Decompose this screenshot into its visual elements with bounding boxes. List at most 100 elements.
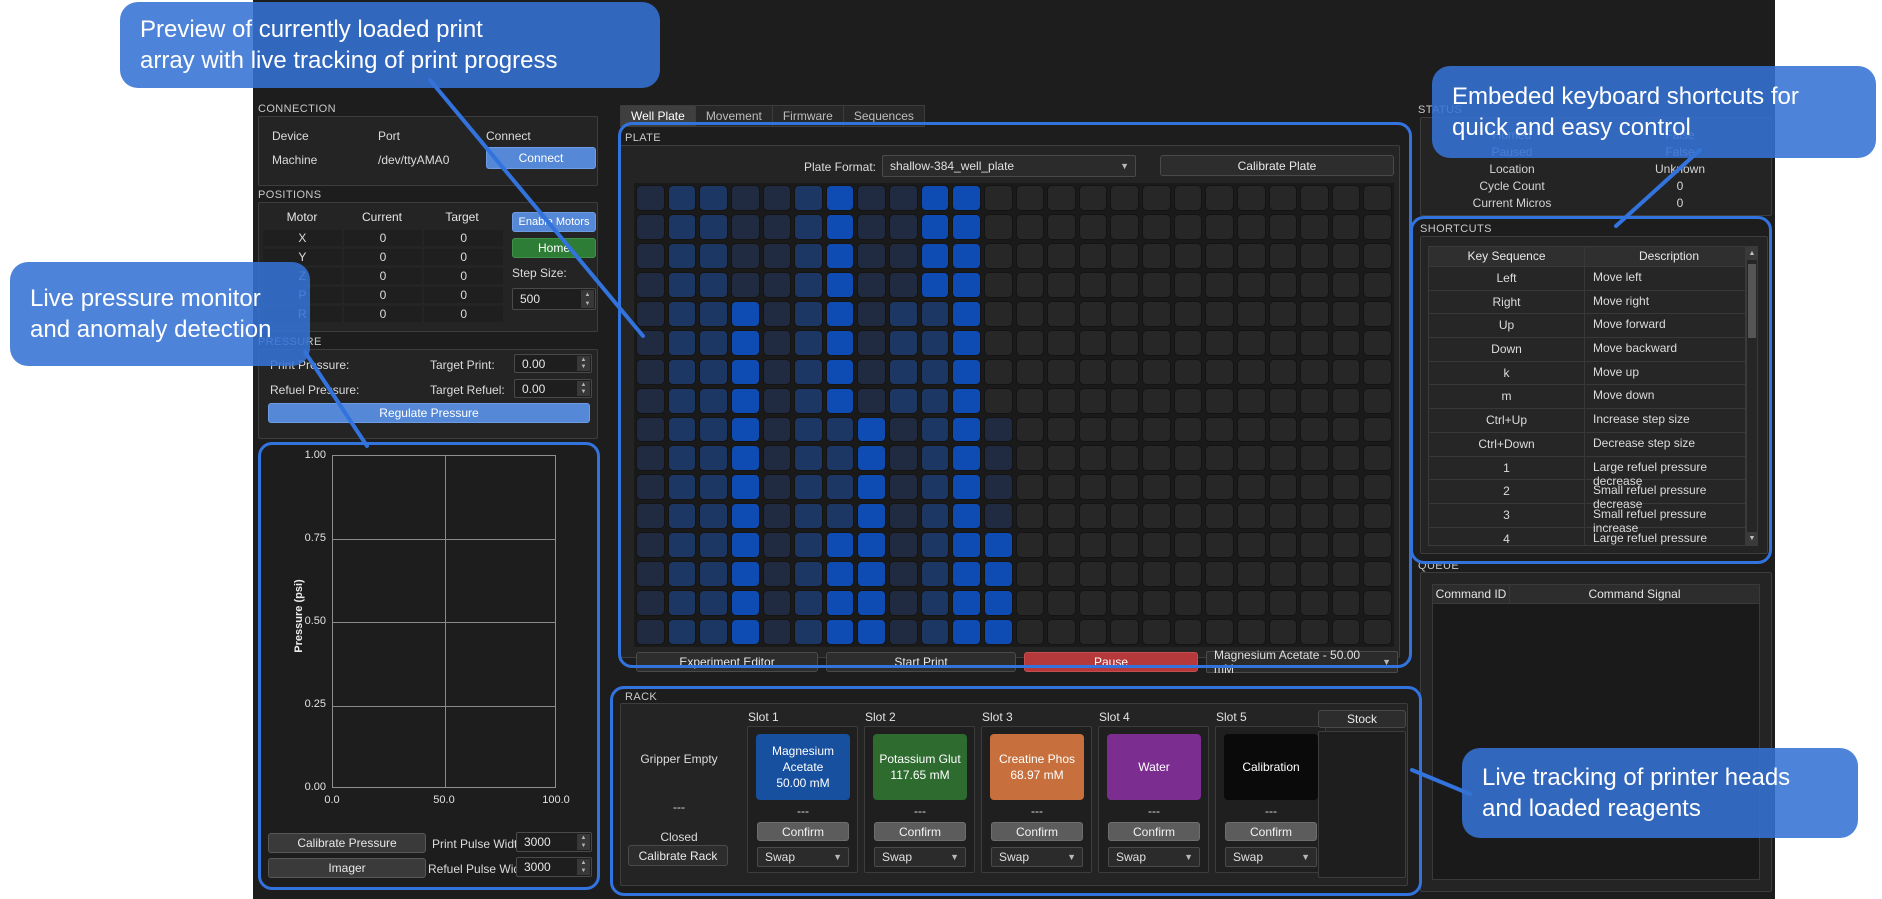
well-H2[interactable]: [667, 387, 697, 414]
well-B3[interactable]: [699, 213, 728, 240]
well-M5[interactable]: [762, 532, 792, 559]
well-D23[interactable]: [1331, 271, 1361, 298]
shortcut-row-down[interactable]: Down Move backward: [1429, 338, 1745, 362]
well-A12[interactable]: [983, 185, 1013, 211]
well-J10[interactable]: [920, 445, 950, 472]
well-E19[interactable]: [1205, 300, 1234, 327]
well-B18[interactable]: [1173, 213, 1203, 240]
calibrate-pressure-button[interactable]: Calibrate Pressure: [268, 833, 426, 853]
well-L2[interactable]: [667, 503, 697, 530]
well-H8[interactable]: [857, 387, 886, 414]
well-B17[interactable]: [1142, 213, 1171, 240]
well-K6[interactable]: [794, 474, 823, 501]
well-N5[interactable]: [762, 561, 792, 588]
well-B7[interactable]: [825, 213, 855, 240]
shortcut-row-left[interactable]: Left Move left: [1429, 267, 1745, 291]
well-C2[interactable]: [667, 242, 697, 269]
well-G22[interactable]: [1300, 358, 1329, 385]
well-G2[interactable]: [667, 358, 697, 385]
well-I18[interactable]: [1173, 416, 1203, 443]
shortcut-row-up[interactable]: Up Move forward: [1429, 314, 1745, 339]
well-N22[interactable]: [1300, 561, 1329, 588]
well-O3[interactable]: [699, 590, 728, 617]
well-C14[interactable]: [1047, 242, 1076, 269]
well-B4[interactable]: [730, 213, 760, 240]
well-M14[interactable]: [1047, 532, 1076, 559]
well-L14[interactable]: [1047, 503, 1076, 530]
well-F1[interactable]: [636, 329, 665, 356]
well-K8[interactable]: [857, 474, 886, 501]
well-I15[interactable]: [1078, 416, 1108, 443]
well-A8[interactable]: [857, 185, 886, 211]
scrollbar-thumb[interactable]: [1748, 264, 1756, 338]
well-G16[interactable]: [1110, 358, 1139, 385]
well-B21[interactable]: [1268, 213, 1298, 240]
well-O14[interactable]: [1047, 590, 1076, 617]
well-L9[interactable]: [889, 503, 918, 530]
well-A9[interactable]: [889, 185, 918, 211]
well-A23[interactable]: [1331, 185, 1361, 211]
well-K4[interactable]: [730, 474, 760, 501]
well-M11[interactable]: [952, 532, 981, 559]
well-J20[interactable]: [1236, 445, 1266, 472]
well-D18[interactable]: [1173, 271, 1203, 298]
well-K22[interactable]: [1300, 474, 1329, 501]
start-print-button[interactable]: Start Print: [826, 652, 1016, 672]
well-A11[interactable]: [952, 185, 981, 211]
slot-2-confirm-button[interactable]: Confirm: [874, 822, 966, 841]
well-N9[interactable]: [889, 561, 918, 588]
well-P20[interactable]: [1236, 619, 1266, 645]
well-H1[interactable]: [636, 387, 665, 414]
well-O22[interactable]: [1300, 590, 1329, 617]
well-P24[interactable]: [1363, 619, 1392, 645]
well-A2[interactable]: [667, 185, 697, 211]
well-H14[interactable]: [1047, 387, 1076, 414]
well-O8[interactable]: [857, 590, 886, 617]
well-I24[interactable]: [1363, 416, 1392, 443]
well-E24[interactable]: [1363, 300, 1392, 327]
well-N15[interactable]: [1078, 561, 1108, 588]
well-C19[interactable]: [1205, 242, 1234, 269]
well-N19[interactable]: [1205, 561, 1234, 588]
well-J18[interactable]: [1173, 445, 1203, 472]
well-F2[interactable]: [667, 329, 697, 356]
well-C13[interactable]: [1015, 242, 1045, 269]
well-M3[interactable]: [699, 532, 728, 559]
well-I7[interactable]: [825, 416, 855, 443]
well-D7[interactable]: [825, 271, 855, 298]
well-O17[interactable]: [1142, 590, 1171, 617]
well-D10[interactable]: [920, 271, 950, 298]
well-L17[interactable]: [1142, 503, 1171, 530]
well-M24[interactable]: [1363, 532, 1392, 559]
well-N7[interactable]: [825, 561, 855, 588]
well-J7[interactable]: [825, 445, 855, 472]
well-N14[interactable]: [1047, 561, 1076, 588]
well-P19[interactable]: [1205, 619, 1234, 645]
well-B8[interactable]: [857, 213, 886, 240]
well-A22[interactable]: [1300, 185, 1329, 211]
well-K18[interactable]: [1173, 474, 1203, 501]
well-L7[interactable]: [825, 503, 855, 530]
well-I20[interactable]: [1236, 416, 1266, 443]
well-E13[interactable]: [1015, 300, 1045, 327]
well-L18[interactable]: [1173, 503, 1203, 530]
well-P5[interactable]: [762, 619, 792, 645]
well-O23[interactable]: [1331, 590, 1361, 617]
target-print-stepper[interactable]: 0.00 ▲ ▼: [514, 354, 592, 373]
well-G12[interactable]: [983, 358, 1013, 385]
well-L6[interactable]: [794, 503, 823, 530]
well-H10[interactable]: [920, 387, 950, 414]
well-B13[interactable]: [1015, 213, 1045, 240]
well-A14[interactable]: [1047, 185, 1076, 211]
shortcuts-scrollbar[interactable]: ▲ ▼: [1746, 246, 1758, 546]
well-H11[interactable]: [952, 387, 981, 414]
slot-5-swap-dropdown[interactable]: Swap ▼: [1225, 847, 1317, 867]
step-size-stepper[interactable]: 500 ▲ ▼: [512, 288, 596, 310]
well-M21[interactable]: [1268, 532, 1298, 559]
well-P4[interactable]: [730, 619, 760, 645]
well-G13[interactable]: [1015, 358, 1045, 385]
spin-down-icon[interactable]: ▼: [585, 301, 591, 307]
well-E16[interactable]: [1110, 300, 1139, 327]
well-F21[interactable]: [1268, 329, 1298, 356]
well-M20[interactable]: [1236, 532, 1266, 559]
